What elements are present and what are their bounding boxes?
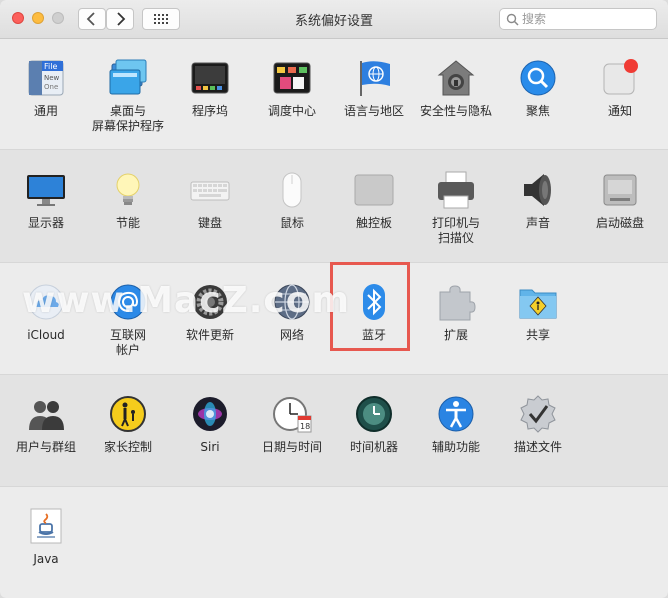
badge-checkmark-icon bbox=[520, 395, 556, 433]
pane-label: 聚焦 bbox=[525, 104, 550, 118]
pane-desktop-screensaver[interactable]: 桌面与 屏幕保护程序 bbox=[87, 50, 169, 146]
pane-label: 用户与群组 bbox=[15, 440, 76, 454]
desktop-screensaver-icon bbox=[109, 59, 147, 95]
pane-label: Java bbox=[33, 552, 59, 566]
pane-label: 通用 bbox=[33, 104, 58, 118]
pane-mission-control[interactable]: 调度中心 bbox=[251, 50, 333, 146]
svg-text:One: One bbox=[44, 83, 58, 91]
pane-label: 键盘 bbox=[197, 216, 222, 230]
pane-label: 描述文件 bbox=[513, 440, 562, 454]
pane-notifications[interactable]: 通知 bbox=[579, 50, 661, 146]
pane-label: 显示器 bbox=[27, 216, 64, 230]
section-other bbox=[0, 486, 668, 598]
pane-label: 网络 bbox=[279, 328, 304, 342]
lightbulb-icon bbox=[116, 173, 140, 205]
mission-control-icon bbox=[273, 62, 311, 94]
pane-keyboard[interactable]: 键盘 bbox=[169, 162, 251, 258]
pane-java[interactable]: Java bbox=[5, 498, 87, 594]
pane-label: 互联网 帐户 bbox=[109, 328, 146, 357]
pane-accessibility[interactable]: 辅助功能 bbox=[415, 386, 497, 482]
time-machine-icon bbox=[356, 396, 392, 432]
pane-security-privacy[interactable]: 安全性与隐私 bbox=[415, 50, 497, 146]
notifications-icon bbox=[603, 59, 638, 95]
pane-label: 声音 bbox=[525, 216, 550, 230]
pane-date-time[interactable]: 18 日期与时间 bbox=[251, 386, 333, 482]
dock-icon bbox=[191, 62, 229, 94]
pane-displays[interactable]: 显示器 bbox=[5, 162, 87, 258]
pane-time-machine[interactable]: 时间机器 bbox=[333, 386, 415, 482]
pane-label: 时间机器 bbox=[349, 440, 398, 454]
keyboard-icon bbox=[190, 181, 230, 201]
pane-label: 鼠标 bbox=[279, 216, 304, 230]
trackpad-icon bbox=[354, 174, 394, 206]
displays-icon bbox=[27, 175, 65, 206]
pane-label: 辅助功能 bbox=[431, 440, 480, 454]
accessibility-icon bbox=[438, 396, 474, 432]
pane-users-groups[interactable]: 用户与群组 bbox=[5, 386, 87, 482]
pane-label: Siri bbox=[200, 440, 220, 454]
svg-text:File: File bbox=[44, 62, 57, 71]
pane-general[interactable]: File New One 通用 bbox=[5, 50, 87, 146]
siri-icon bbox=[193, 397, 227, 431]
watermark: www.MacZ.com bbox=[22, 280, 350, 321]
spotlight-icon bbox=[520, 60, 556, 96]
pane-label: 调度中心 bbox=[267, 104, 316, 118]
language-region-icon bbox=[360, 61, 390, 96]
pane-label: 共享 bbox=[525, 328, 550, 342]
pane-startup-disk[interactable]: 启动磁盘 bbox=[579, 162, 661, 258]
pane-label: 桌面与 屏幕保护程序 bbox=[91, 104, 164, 133]
clock-calendar-icon: 18 bbox=[273, 397, 312, 433]
svg-text:18: 18 bbox=[300, 422, 310, 431]
pane-mouse[interactable]: 鼠标 bbox=[251, 162, 333, 258]
svg-text:New: New bbox=[44, 74, 60, 82]
users-icon bbox=[29, 401, 64, 430]
house-lock-icon bbox=[437, 60, 475, 96]
general-icon: File New One bbox=[28, 60, 64, 96]
pane-label: 触控板 bbox=[355, 216, 392, 230]
pane-label: 安全性与隐私 bbox=[419, 104, 492, 118]
parental-controls-icon bbox=[110, 396, 146, 432]
speaker-icon bbox=[524, 174, 551, 206]
pane-label: 打印机与 扫描仪 bbox=[431, 216, 480, 245]
search-input[interactable]: 搜索 bbox=[499, 8, 657, 30]
pane-siri[interactable]: Siri bbox=[169, 386, 251, 482]
mouse-icon bbox=[282, 172, 302, 208]
search-icon bbox=[506, 13, 519, 26]
pane-sound[interactable]: 声音 bbox=[497, 162, 579, 258]
search-placeholder: 搜索 bbox=[522, 12, 547, 26]
pane-trackpad[interactable]: 触控板 bbox=[333, 162, 415, 258]
puzzle-piece-icon bbox=[439, 285, 476, 321]
pane-printers-scanners[interactable]: 打印机与 扫描仪 bbox=[415, 162, 497, 258]
pane-sharing[interactable]: 共享 bbox=[497, 274, 579, 370]
system-preferences-window: 系统偏好设置 搜索 File New One 通用 桌面与 屏幕保护程序 程序坞… bbox=[0, 0, 668, 598]
pane-extensions[interactable]: 扩展 bbox=[415, 274, 497, 370]
pane-label: 家长控制 bbox=[103, 440, 152, 454]
pane-label: 节能 bbox=[115, 216, 140, 230]
pane-profiles[interactable]: 描述文件 bbox=[497, 386, 579, 482]
pane-dock[interactable]: 程序坞 bbox=[169, 50, 251, 146]
printer-icon bbox=[438, 171, 474, 209]
pane-label: 软件更新 bbox=[185, 328, 234, 342]
folder-sign-icon bbox=[519, 289, 557, 319]
pane-label: 日期与时间 bbox=[261, 440, 322, 454]
pane-spotlight[interactable]: 聚焦 bbox=[497, 50, 579, 146]
pane-label: iCloud bbox=[27, 328, 65, 342]
pane-parental-controls[interactable]: 家长控制 bbox=[87, 386, 169, 482]
pane-label: 启动磁盘 bbox=[595, 216, 644, 230]
pane-label: 扩展 bbox=[443, 328, 468, 342]
hard-drive-icon bbox=[603, 174, 637, 206]
pane-label: 语言与地区 bbox=[343, 104, 404, 118]
pane-label: 通知 bbox=[607, 104, 632, 118]
pane-language-region[interactable]: 语言与地区 bbox=[333, 50, 415, 146]
title-bar: 系统偏好设置 搜索 bbox=[0, 0, 668, 39]
java-icon bbox=[30, 508, 62, 544]
pane-label: 程序坞 bbox=[191, 104, 228, 118]
pane-energy-saver[interactable]: 节能 bbox=[87, 162, 169, 258]
